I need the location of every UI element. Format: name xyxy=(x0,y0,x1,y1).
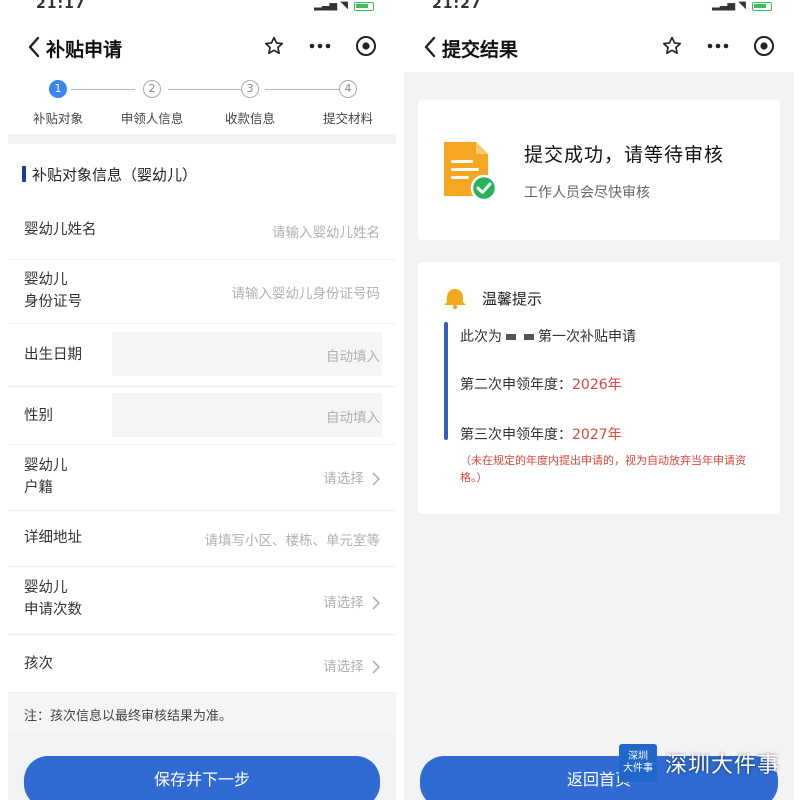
status-time: 21:27 xyxy=(432,0,482,12)
gender-value: 自动填入 xyxy=(326,410,380,426)
nav-bar: 提交结果 xyxy=(404,22,794,72)
document-success-icon xyxy=(444,142,498,202)
name-input[interactable]: 请输入婴幼儿姓名 xyxy=(272,221,380,241)
star-icon[interactable] xyxy=(658,32,686,60)
status-bar: 21:27 ▂▃▅ ◥ xyxy=(404,0,794,22)
address-input[interactable]: 请填写小区、楼栋、单元室等 xyxy=(205,529,381,549)
idcard-input[interactable]: 请输入婴幼儿身份证号码 xyxy=(232,282,381,302)
watermark: 深圳 大件事 深圳大件事 xyxy=(618,744,780,782)
star-icon[interactable] xyxy=(260,32,288,60)
tip-second: 第二次申领年度：2026年 xyxy=(460,377,622,393)
redacted-mark xyxy=(524,334,534,340)
step-2[interactable]: 2 申领人信息 xyxy=(107,80,197,127)
step-1[interactable]: 1 补贴对象 xyxy=(13,80,103,127)
field-label: 出生日期 xyxy=(24,347,82,363)
form-row-idcard[interactable]: 婴幼儿 身份证号 请输入婴幼儿身份证号码 xyxy=(8,260,396,324)
step-number: 2 xyxy=(143,80,161,98)
huji-select[interactable]: 请选择 xyxy=(323,467,380,487)
more-icon[interactable] xyxy=(306,32,334,60)
page-title: 补贴申请 xyxy=(46,39,123,61)
step-indicator: 1 补贴对象 2 申领人信息 3 收款信息 4 提交材料 xyxy=(8,72,396,134)
timeline-bar xyxy=(444,322,448,440)
nav-actions xyxy=(260,32,380,60)
back-icon[interactable] xyxy=(22,34,46,60)
section-marker xyxy=(22,166,26,182)
signal-icon: ▂▃▅ ◥ xyxy=(314,0,348,11)
tip-first: 此次为 第一次补贴申请 xyxy=(460,329,636,345)
step-number: 1 xyxy=(49,80,67,98)
status-bar: 21:17 ▂▃▅ ◥ xyxy=(8,0,396,22)
form-row-name[interactable]: 婴幼儿姓名 请输入婴幼儿姓名 xyxy=(8,200,396,260)
target-icon[interactable] xyxy=(750,32,778,60)
form-row-gender: 性别 自动填入 xyxy=(8,387,396,445)
status-time: 21:17 xyxy=(36,0,86,12)
form-row-order[interactable]: 孩次 请选择 xyxy=(8,635,396,693)
section-title: 补贴对象信息（婴幼儿） xyxy=(32,166,198,184)
step-4[interactable]: 4 提交材料 xyxy=(303,80,393,127)
nav-actions xyxy=(658,32,778,60)
field-label: 性别 xyxy=(24,408,53,424)
times-select[interactable]: 请选择 xyxy=(323,591,380,611)
field-label: 详细地址 xyxy=(24,530,82,546)
birth-value: 自动填入 xyxy=(326,349,380,365)
order-select[interactable]: 请选择 xyxy=(323,655,380,675)
field-label: 婴幼儿 申请次数 xyxy=(24,580,82,618)
form-row-address[interactable]: 详细地址 请填写小区、楼栋、单元室等 xyxy=(8,511,396,567)
form-row-huji[interactable]: 婴幼儿 户籍 请选择 xyxy=(8,445,396,511)
save-next-button[interactable]: 保存并下一步 xyxy=(24,756,380,800)
tips-title: 温馨提示 xyxy=(482,290,543,308)
field-label: 婴幼儿 身份证号 xyxy=(24,272,82,310)
nav-bar: 补贴申请 xyxy=(8,22,396,72)
page-title: 提交结果 xyxy=(442,39,519,61)
notice-text: 注：孩次信息以最终审核结果为准。 xyxy=(24,709,233,724)
field-label: 婴幼儿姓名 xyxy=(24,222,97,238)
tip-third: 第三次申领年度：2027年 xyxy=(460,427,622,443)
watermark-text: 深圳大件事 xyxy=(664,753,780,778)
step-3[interactable]: 3 收款信息 xyxy=(205,80,295,127)
field-label: 孩次 xyxy=(24,656,53,672)
step-label: 收款信息 xyxy=(224,111,275,126)
battery-icon xyxy=(752,2,772,11)
subsidy-application-screen: 21:17 ▂▃▅ ◥ 补贴申请 1 补贴对象 2 申领人信息 3 收款信息 4… xyxy=(8,0,396,800)
form-row-times[interactable]: 婴幼儿 申请次数 请选择 xyxy=(8,567,396,635)
tips-card: 温馨提示 此次为 第一次补贴申请 第二次申领年度：2026年 第三次申领年度：20… xyxy=(418,262,780,514)
step-label: 申领人信息 xyxy=(120,111,184,126)
target-icon[interactable] xyxy=(352,32,380,60)
signal-icon: ▂▃▅ ◥ xyxy=(712,0,746,11)
success-card: 提交成功，请等待审核 工作人员会尽快审核 xyxy=(418,100,780,240)
step-number: 3 xyxy=(241,80,259,98)
chevron-right-icon xyxy=(372,472,380,486)
success-title: 提交成功，请等待审核 xyxy=(524,144,725,166)
step-number: 4 xyxy=(339,80,357,98)
more-icon[interactable] xyxy=(704,32,732,60)
back-icon[interactable] xyxy=(418,34,442,60)
step-label: 补贴对象 xyxy=(32,111,83,126)
form-row-birth: 出生日期 自动填入 xyxy=(8,324,396,387)
notice: 注：孩次信息以最终审核结果为准。 xyxy=(8,693,396,733)
watermark-logo: 深圳 大件事 xyxy=(618,744,657,782)
success-subtitle: 工作人员会尽快审核 xyxy=(524,185,650,201)
bell-icon xyxy=(444,289,466,310)
step-label: 提交材料 xyxy=(322,111,373,126)
redacted-mark xyxy=(506,334,516,340)
chevron-right-icon xyxy=(372,596,380,610)
field-label: 婴幼儿 户籍 xyxy=(24,458,68,496)
submit-result-screen: 21:27 ▂▃▅ ◥ 提交结果 提交成功，请等待审核 工作人员会尽快审核 温馨… xyxy=(404,0,794,800)
battery-icon xyxy=(354,2,374,11)
chevron-right-icon xyxy=(372,660,380,674)
section-header: 补贴对象信息（婴幼儿） xyxy=(8,144,396,200)
tip-warning: （未在规定的年度内提出申请的，视为自动放弃当年申请资格。） xyxy=(460,454,746,484)
